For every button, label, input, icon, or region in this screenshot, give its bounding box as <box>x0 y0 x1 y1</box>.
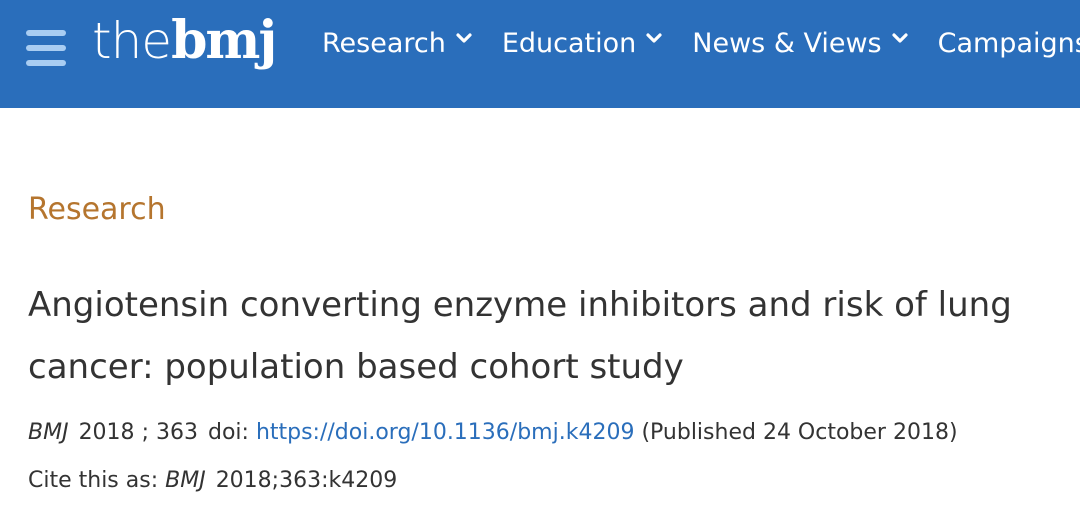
logo-the-text: the <box>92 12 172 70</box>
cite-label: Cite this as: <box>28 468 159 493</box>
bmj-logo[interactable]: the bmj <box>92 10 277 80</box>
main-nav: Research Education News & Views Campaign… <box>322 28 1080 59</box>
nav-item-research[interactable]: Research <box>322 28 472 59</box>
journal-name: BMJ <box>28 420 69 445</box>
published-date: (Published 24 October 2018) <box>641 420 958 445</box>
volume-number: 363 <box>155 420 198 445</box>
hamburger-line <box>26 60 66 66</box>
article-title: Angiotensin converting enzyme inhibitors… <box>28 285 1012 387</box>
nav-item-label: News & Views <box>692 28 882 59</box>
publication-year: 2018 <box>78 420 135 445</box>
logo-bmj-text: bmj <box>171 10 277 71</box>
chevron-down-icon <box>456 32 472 43</box>
chevron-down-icon <box>646 32 662 43</box>
nav-item-label: Research <box>322 28 446 59</box>
cite-this-as-line: Cite this as: BMJ 2018;363:k4209 <box>28 468 397 493</box>
hamburger-menu-icon[interactable] <box>26 30 66 66</box>
nav-item-label: Education <box>501 28 637 59</box>
volume-separator: ; <box>141 420 149 445</box>
doi-link[interactable]: https://doi.org/10.1136/bmj.k4209 <box>256 420 635 445</box>
section-label[interactable]: Research <box>28 192 166 227</box>
nav-item-education[interactable]: Education <box>502 28 662 59</box>
hamburger-line <box>26 30 66 36</box>
nav-item-news-views[interactable]: News & Views <box>692 28 908 59</box>
chevron-down-icon <box>892 32 908 43</box>
cite-reference: 2018;363:k4209 <box>215 468 398 493</box>
hamburger-line <box>26 45 66 51</box>
nav-item-label: Campaigns <box>937 28 1080 59</box>
nav-item-campaigns[interactable]: Campaigns <box>938 28 1080 59</box>
doi-label: doi: <box>207 420 249 445</box>
cite-journal: BMJ <box>165 468 206 493</box>
top-navigation-bar: the bmj Research Education News & Views C… <box>0 0 1080 108</box>
citation-line: BMJ 2018 ; 363 doi: https://doi.org/10.113… <box>28 420 958 445</box>
